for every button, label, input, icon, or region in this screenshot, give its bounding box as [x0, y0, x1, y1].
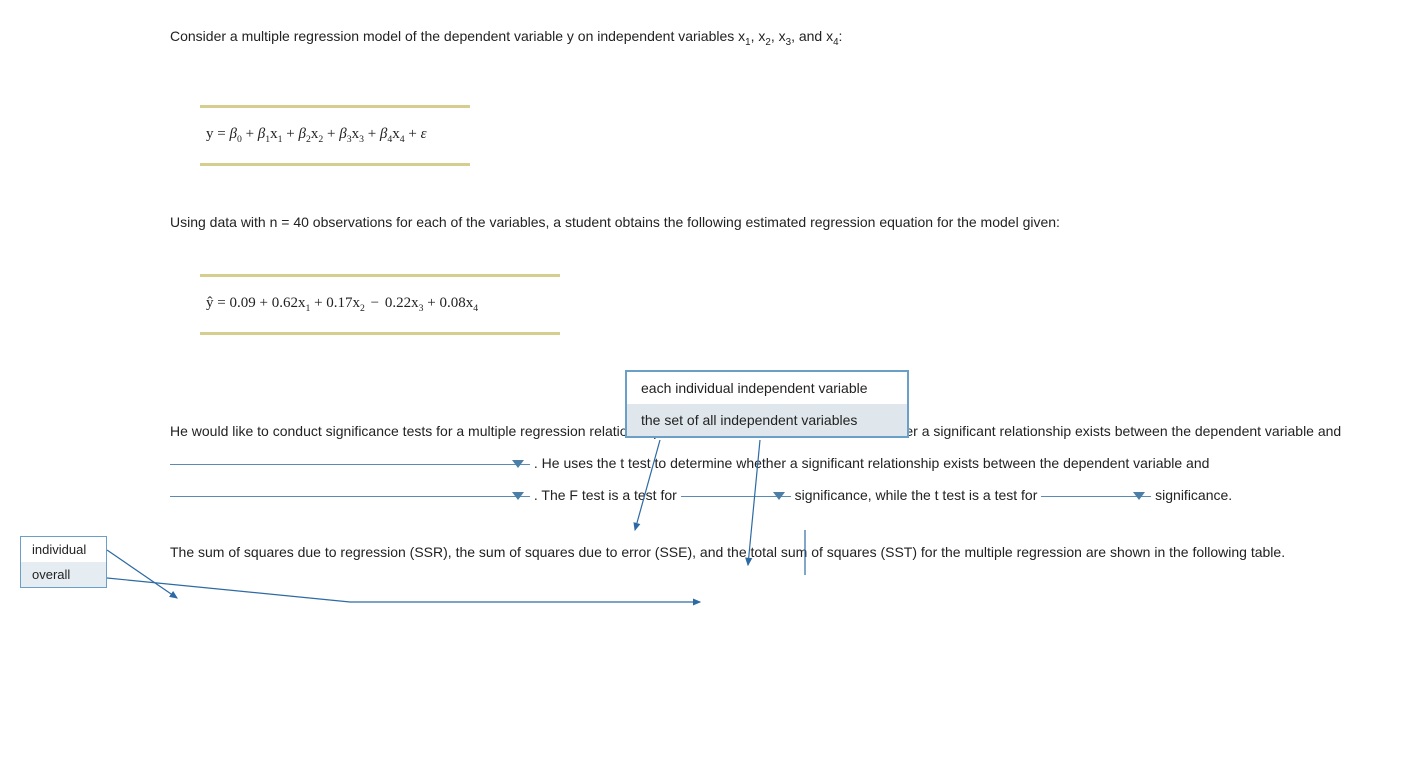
- eq1-x1: x: [270, 126, 278, 142]
- eq2-minus: −: [369, 295, 385, 311]
- equation-1-block: y = β0 + β1x1 + β2x2 + β3x3 + β4x4 + ε: [170, 80, 1370, 191]
- eq1-eq: =: [217, 126, 229, 142]
- intro-text-c: , x: [771, 28, 786, 44]
- rule-bottom-2: [200, 332, 560, 335]
- eq2-yhat: ŷ: [206, 295, 214, 311]
- closing-paragraph: The sum of squares due to regression (SS…: [170, 541, 1370, 563]
- eq2-c0: 0.09: [229, 295, 255, 311]
- equation-2-block: ŷ = 0.09 + 0.62x1 + 0.17x2 − 0.22x3 + 0.…: [170, 264, 1370, 360]
- dropdown-main-panel[interactable]: each individual independent variable the…: [625, 370, 909, 438]
- content-column: Consider a multiple regression model of …: [170, 25, 1370, 594]
- eq1-xs1: 1: [278, 134, 283, 145]
- blank-2-dropdown[interactable]: [170, 479, 530, 497]
- equation-1: y = β0 + β1x1 + β2x2 + β3x3 + β4x4 + ε: [200, 108, 1340, 163]
- eq1-b2: β: [299, 126, 306, 142]
- page-root: Consider a multiple regression model of …: [0, 0, 1427, 771]
- eq1-xs2: 2: [318, 134, 323, 145]
- body-t3: . The F test is a test for: [534, 487, 681, 503]
- intro-text-d: , and x: [791, 28, 833, 44]
- eq2-x3: x: [411, 295, 419, 311]
- eq1-b3: β: [339, 126, 346, 142]
- eq2-plus2: +: [314, 295, 326, 311]
- eq2-plus3: +: [427, 295, 439, 311]
- eq1-s0: 0: [237, 134, 242, 145]
- body-t5: significance.: [1155, 487, 1232, 503]
- eq1-y: y: [206, 126, 214, 142]
- chevron-down-icon: [512, 460, 524, 468]
- chevron-down-icon: [512, 492, 524, 500]
- intro-text-e: :: [839, 28, 843, 44]
- intro-paragraph: Consider a multiple regression model of …: [170, 25, 1370, 50]
- eq1-plus1: +: [246, 126, 258, 142]
- eq1-plus4: +: [368, 126, 380, 142]
- dropdown-left-option-2[interactable]: overall: [21, 562, 106, 587]
- chevron-down-icon: [1133, 492, 1145, 500]
- eq2-s3: 3: [419, 303, 424, 314]
- eq1-plus2: +: [286, 126, 298, 142]
- eq2-s1: 1: [305, 303, 310, 314]
- dropdown-left-panel[interactable]: individual overall: [20, 536, 107, 588]
- eq2-s4: 4: [473, 303, 478, 314]
- eq1-b0: β: [229, 126, 236, 142]
- eq2-plus1: +: [259, 295, 271, 311]
- eq2-c1: 0.62: [272, 295, 298, 311]
- mid-paragraph: Using data with n = 40 observations for …: [170, 211, 1370, 233]
- eq1-eps: ε: [421, 126, 427, 142]
- eq1-x3: x: [352, 126, 360, 142]
- intro-text-a: Consider a multiple regression model of …: [170, 28, 745, 44]
- eq1-x4: x: [392, 126, 400, 142]
- eq1-plus5: +: [408, 126, 420, 142]
- eq2-c3: 0.22: [385, 295, 411, 311]
- blank-1-dropdown[interactable]: [170, 447, 530, 465]
- intro-text-b: , x: [751, 28, 766, 44]
- eq2-s2: 2: [360, 303, 365, 314]
- eq2-c2: 0.17: [326, 295, 352, 311]
- chevron-down-icon: [773, 492, 785, 500]
- eq2-x2: x: [353, 295, 361, 311]
- blank-3-dropdown[interactable]: [681, 479, 791, 497]
- eq2-c4: 0.08: [439, 295, 465, 311]
- dropdown-main-option-2[interactable]: the set of all independent variables: [627, 404, 907, 436]
- eq1-xs4: 4: [400, 134, 405, 145]
- eq1-xs3: 3: [359, 134, 364, 145]
- eq1-plus3: +: [327, 126, 339, 142]
- equation-2: ŷ = 0.09 + 0.62x1 + 0.17x2 − 0.22x3 + 0.…: [200, 277, 1340, 332]
- dropdown-main-option-1[interactable]: each individual independent variable: [627, 372, 907, 404]
- body-t4: significance, while the t test is a test…: [795, 487, 1042, 503]
- body-t2: . He uses the t test to determine whethe…: [534, 455, 1210, 471]
- rule-bottom-1: [200, 163, 470, 166]
- eq2-eq: =: [217, 295, 229, 311]
- dropdown-left-option-1[interactable]: individual: [21, 537, 106, 562]
- blank-4-dropdown[interactable]: [1041, 479, 1151, 497]
